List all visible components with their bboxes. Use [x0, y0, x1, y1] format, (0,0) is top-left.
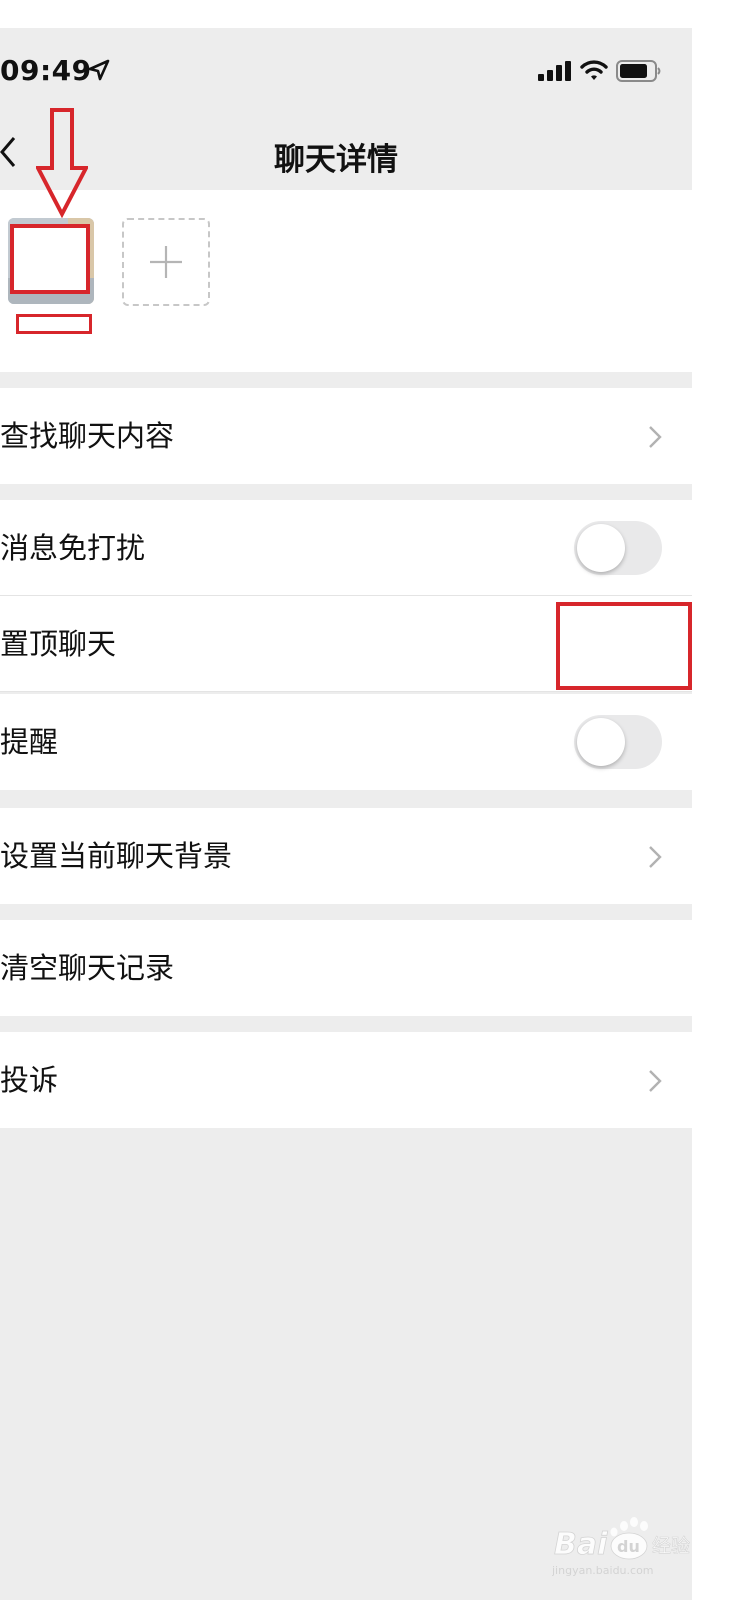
- clear-history-row[interactable]: 清空聊天记录: [0, 920, 692, 1016]
- report-label: 投诉: [0, 1063, 59, 1097]
- wifi-icon: [580, 60, 608, 80]
- member-section: [0, 190, 692, 372]
- red-box-annotation: [556, 602, 692, 690]
- search-chat-row[interactable]: 查找聊天内容: [0, 388, 692, 484]
- divider: [0, 691, 692, 692]
- page-title: 聊天详情: [274, 142, 398, 178]
- chevron-right-icon: [649, 426, 662, 448]
- remind-toggle[interactable]: [574, 715, 662, 769]
- watermark-paw-letters: du: [617, 1537, 640, 1556]
- status-bar: 09:49: [0, 28, 692, 116]
- phone-screen: 09:49 聊天详情 查找聊天内容 消息免打扰 置顶聊天 提醒 设置当前聊天背景…: [0, 28, 692, 1600]
- add-member-button[interactable]: [122, 218, 210, 306]
- location-arrow-icon: [88, 59, 110, 81]
- chat-background-row[interactable]: 设置当前聊天背景: [0, 808, 692, 904]
- chevron-right-icon: [649, 846, 662, 868]
- plus-icon: [150, 246, 182, 278]
- search-chat-label: 查找聊天内容: [0, 419, 175, 453]
- baidu-jingyan-watermark: Bai du 经验 jingyan.baidu.com: [552, 1517, 690, 1577]
- red-box-annotation: [16, 314, 92, 334]
- report-row[interactable]: 投诉: [0, 1032, 692, 1128]
- mute-toggle[interactable]: [574, 521, 662, 575]
- toggle-knob: [577, 718, 625, 766]
- watermark-url: jingyan.baidu.com: [552, 1564, 654, 1577]
- watermark-brand: Bai: [554, 1527, 608, 1562]
- battery-icon: [616, 60, 661, 82]
- watermark-cn: 经验: [652, 1535, 690, 1557]
- red-arrow-annotation: [36, 108, 88, 218]
- remind-label: 提醒: [0, 725, 59, 759]
- remind-row: 提醒: [0, 694, 692, 790]
- clear-history-label: 清空聊天记录: [0, 951, 175, 985]
- red-box-annotation: [10, 224, 90, 294]
- mute-row: 消息免打扰: [0, 500, 692, 596]
- chat-background-label: 设置当前聊天背景: [0, 839, 233, 873]
- nav-bar: 聊天详情: [0, 116, 692, 190]
- mute-label: 消息免打扰: [0, 531, 146, 565]
- chevron-right-icon: [649, 1070, 662, 1092]
- signal-icon: [538, 61, 571, 81]
- status-time: 09:49: [0, 54, 92, 87]
- toggle-knob: [577, 524, 625, 572]
- pin-chat-label: 置顶聊天: [0, 627, 117, 661]
